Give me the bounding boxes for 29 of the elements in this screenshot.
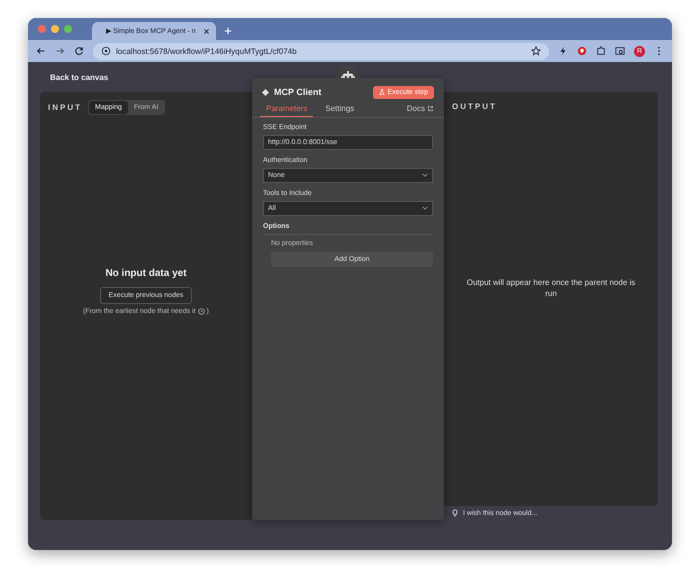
panel-title: INPUT <box>48 103 82 112</box>
bookmark-star-icon[interactable] <box>531 46 541 56</box>
help-icon[interactable] <box>198 308 205 315</box>
lightbulb-icon <box>452 509 458 517</box>
minimize-window-icon[interactable] <box>51 25 59 33</box>
chevron-down-icon <box>422 206 428 210</box>
empty-state-title: No input data yet <box>105 268 187 279</box>
lightning-icon[interactable] <box>558 46 568 56</box>
back-to-canvas-link[interactable]: Back to canvas <box>50 72 108 82</box>
back-icon[interactable] <box>36 46 46 56</box>
node-name: MCP Client <box>274 87 322 98</box>
close-tab-icon[interactable] <box>203 28 210 34</box>
external-link-icon[interactable] <box>427 105 434 112</box>
forward-icon[interactable] <box>55 46 65 56</box>
new-tab-icon[interactable] <box>224 27 232 35</box>
address-bar[interactable]: localhost:5678/workflow/iP146iHyquMTygtL/cf074b <box>93 42 549 60</box>
chevron-down-icon <box>422 173 428 178</box>
panel-title: OUTPUT <box>451 101 498 111</box>
reload-icon[interactable] <box>74 46 84 56</box>
url-text: localhost:5678/workflow/iP146iHyquMTygtL/cf074b <box>116 46 298 56</box>
flask-icon <box>378 89 385 96</box>
puzzle-icon[interactable] <box>596 46 606 56</box>
docs-link[interactable]: Docs <box>406 104 425 114</box>
output-placeholder-text: Output will appear here once the parent node is run <box>466 278 636 299</box>
site-info-icon[interactable] <box>101 46 111 56</box>
node-type-icon <box>262 88 269 96</box>
settings-tab[interactable]: Settings <box>319 100 360 117</box>
shield-extension-icon[interactable] <box>577 46 587 56</box>
search-tabs-icon[interactable] <box>615 46 625 56</box>
